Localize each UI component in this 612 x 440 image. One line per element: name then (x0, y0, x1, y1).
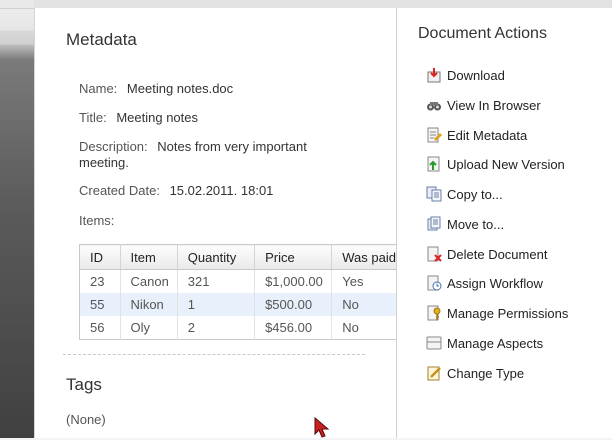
cell-price: $500.00 (254, 293, 333, 316)
copy-icon (426, 186, 442, 202)
edit-metadata-label: Edit Metadata (447, 127, 528, 143)
change-type-label: Change Type (447, 365, 525, 381)
delete-icon (427, 246, 442, 262)
edit-metadata-icon (427, 127, 442, 143)
cell-price: $1,000.00 (254, 269, 333, 293)
delete-document-action[interactable]: Delete Document (426, 245, 547, 263)
aspects-icon (426, 336, 442, 350)
cell-was-paid: Yes (331, 269, 397, 293)
workflow-icon (427, 275, 442, 291)
tags-title: Tags (66, 375, 102, 394)
download-icon (427, 68, 441, 83)
column-header-was-paid[interactable]: Was paid (331, 244, 397, 270)
mouse-cursor-icon (314, 416, 330, 438)
table-row[interactable]: 55 Nikon 1 $500.00 No (79, 293, 397, 316)
description-field: Description: Notes from very important m… (79, 139, 319, 171)
tags-empty-text: (None) (66, 412, 106, 427)
metadata-title: Metadata (66, 30, 137, 49)
upload-icon (427, 156, 440, 172)
manage-aspects-action[interactable]: Manage Aspects (426, 334, 543, 352)
cell-id: 55 (79, 293, 121, 316)
left-band (0, 0, 34, 9)
table-row[interactable]: 56 Oly 2 $456.00 No (79, 316, 397, 340)
items-table: ID Item Quantity Price Was paid 23 Canon… (79, 244, 397, 340)
items-label: Items: (79, 213, 115, 228)
copy-to-label: Copy to... (447, 186, 503, 202)
cell-was-paid: No (331, 293, 397, 316)
name-value: Meeting notes.doc (126, 81, 234, 96)
column-header-item[interactable]: Item (120, 244, 178, 270)
table-row[interactable]: 23 Canon 321 $1,000.00 Yes (79, 269, 397, 293)
assign-workflow-label: Assign Workflow (447, 275, 543, 291)
column-header-price[interactable]: Price (254, 244, 333, 270)
description-label: Description: (79, 139, 148, 154)
view-in-browser-action[interactable]: View In Browser (426, 96, 541, 114)
cell-quantity: 1 (177, 293, 256, 316)
name-label: Name: (79, 81, 118, 96)
download-action[interactable]: Download (426, 66, 505, 84)
upload-new-version-label: Upload New Version (447, 156, 565, 172)
name-field: Name: Meeting notes.doc (79, 81, 233, 97)
assign-workflow-action[interactable]: Assign Workflow (426, 274, 543, 292)
delete-document-label: Delete Document (447, 246, 548, 262)
title-label: Title: (79, 110, 107, 125)
move-to-action[interactable]: Move to... (426, 215, 504, 233)
left-sidebar-background (0, 0, 34, 438)
cell-item: Canon (120, 269, 178, 293)
table-header-row: ID Item Quantity Price Was paid (79, 244, 397, 270)
document-actions-panel: Document Actions Download View In Browse… (396, 8, 612, 438)
permissions-icon (427, 305, 441, 321)
column-header-quantity[interactable]: Quantity (177, 244, 256, 270)
cell-item: Oly (120, 316, 178, 340)
cell-item: Nikon (120, 293, 178, 316)
move-icon (427, 216, 441, 231)
cell-id: 56 (79, 316, 121, 340)
created-date-value: 15.02.2011. 18:01 (169, 183, 274, 198)
manage-permissions-action[interactable]: Manage Permissions (426, 304, 568, 322)
document-actions-title: Document Actions (418, 25, 547, 42)
cell-quantity: 321 (177, 269, 256, 293)
cell-id: 23 (79, 269, 121, 293)
cell-price: $456.00 (254, 316, 333, 340)
column-header-id[interactable]: ID (79, 244, 121, 270)
edit-metadata-action[interactable]: Edit Metadata (426, 126, 527, 144)
view-in-browser-icon (427, 102, 441, 111)
change-type-icon (427, 366, 441, 381)
created-date-label: Created Date: (79, 183, 160, 198)
upload-new-version-action[interactable]: Upload New Version (426, 155, 565, 173)
download-label: Download (447, 67, 505, 83)
manage-aspects-label: Manage Aspects (447, 335, 544, 351)
cell-was-paid: No (331, 316, 397, 340)
section-divider (63, 354, 365, 355)
metadata-panel: Metadata Name: Meeting notes.doc Title: … (34, 8, 397, 438)
items-field: Items: (79, 213, 120, 229)
cell-quantity: 2 (177, 316, 256, 340)
change-type-action[interactable]: Change Type (426, 364, 524, 382)
view-in-browser-label: View In Browser (447, 97, 541, 113)
move-to-label: Move to... (447, 216, 505, 232)
title-field: Title: Meeting notes (79, 110, 198, 126)
manage-permissions-label: Manage Permissions (447, 305, 569, 321)
copy-to-action[interactable]: Copy to... (426, 185, 503, 203)
created-date-field: Created Date: 15.02.2011. 18:01 (79, 183, 273, 199)
title-value: Meeting notes (116, 110, 198, 125)
